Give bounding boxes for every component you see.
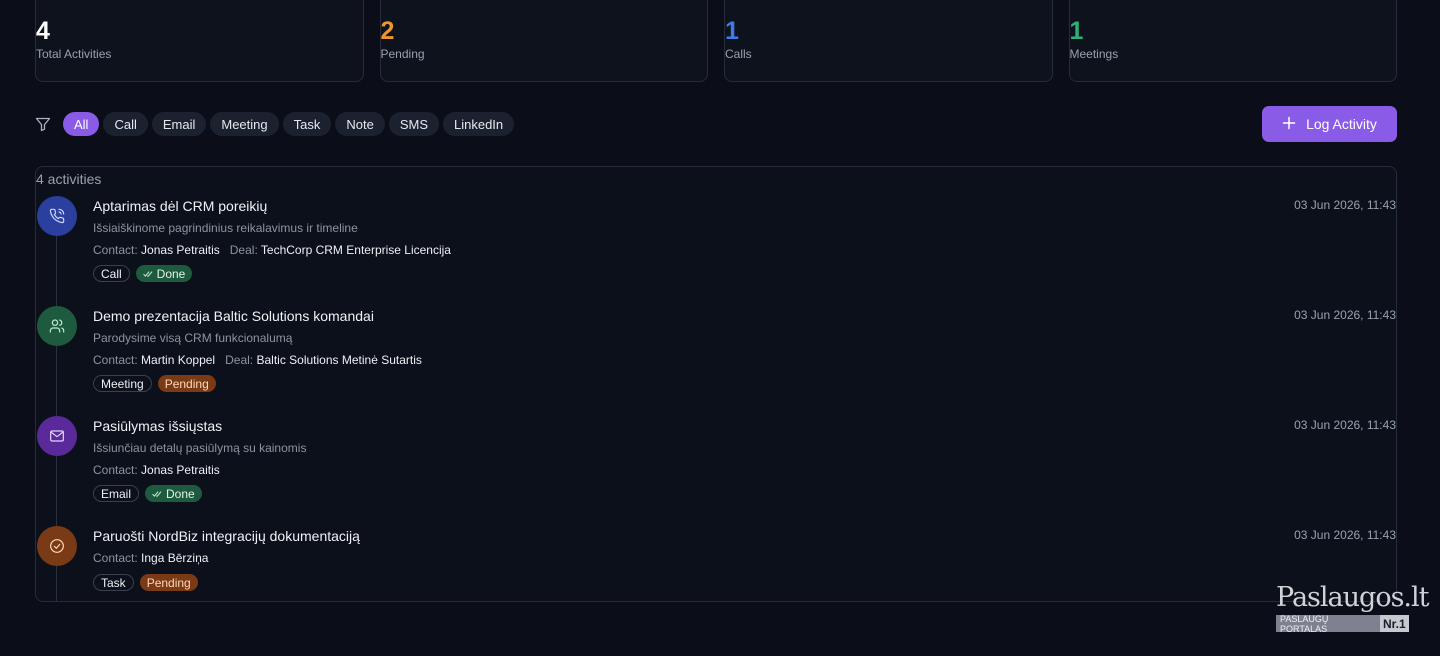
check-circle-icon [37,526,77,566]
activity-list: 4 activities Aptarimas dėl CRM poreikių … [35,166,1397,602]
deal-label: Deal: [229,243,258,257]
contact-name[interactable]: Jonas Petraitis [141,463,220,477]
stat-label: Total Activities [36,47,112,61]
watermark-logo: Paslaugos.lt PASLAUGŲ PORTALAS Nr.1 [1276,582,1430,634]
log-activity-label: Log Activity [1306,116,1377,132]
contact-label: Contact: [93,551,138,565]
stat-card-calls: 1 Calls [724,0,1053,82]
contact-name[interactable]: Martin Koppel [141,353,215,367]
status-badge: Done [145,485,202,502]
activity-meta: Contact: Martin Koppel Deal: Baltic Solu… [93,353,422,367]
watermark-subtitle-bar: PASLAUGŲ PORTALAS Nr.1 [1276,614,1416,634]
stat-value: 4 [36,17,50,45]
filter-chip-email[interactable]: Email [151,112,207,136]
plus-icon [1282,116,1296,133]
type-badge: Email [93,485,140,502]
activity-tags: Call Done [93,265,193,282]
filter-chip-note[interactable]: Note [335,112,385,136]
activity-title: Pasiūlymas išsiųstas [93,418,223,434]
stat-value: 1 [1069,17,1084,45]
status-label: Done [166,486,195,501]
activity-title: Paruošti NordBiz integracijų dokumentaci… [93,528,360,544]
activity-date: 03 Jun 2026, 11:43 [1294,418,1396,432]
deal-label: Deal: [225,353,254,367]
activity-description: Parodysime visą CRM funkcionalumą [93,331,293,345]
activity-title: Aptarimas dėl CRM poreikių [93,198,268,214]
stat-card-total: 4 Total Activities [35,0,364,82]
activity-meta: Contact: Jonas Petraitis [93,463,220,477]
deal-name[interactable]: TechCorp CRM Enterprise Licencija [261,243,451,257]
stats-row: 4 Total Activities 2 Pending 1 Calls 1 M… [35,0,1397,82]
contact-label: Contact: [93,243,138,257]
log-activity-button[interactable]: Log Activity [1262,106,1397,142]
activity-tags: Email Done [93,485,202,502]
filter-chip-sms[interactable]: SMS [388,112,439,136]
filter-chip-task[interactable]: Task [282,112,332,136]
activity-item[interactable]: Demo prezentacija Baltic Solutions koman… [36,306,1396,406]
status-label: Done [156,266,186,281]
filter-bar: All Call Email Meeting Task Note SMS Lin… [35,112,515,136]
status-badge: Done [135,265,193,282]
watermark-title: Paslaugos.lt [1276,582,1430,613]
check-check-icon [152,487,162,501]
type-badge: Call [93,265,130,282]
type-badge: Meeting [93,375,152,392]
watermark-badge: Nr.1 [1380,615,1409,632]
filter-chip-meeting[interactable]: Meeting [210,112,279,136]
check-check-icon [142,267,153,281]
activity-count: 4 activities [36,171,102,187]
activity-tags: Meeting Pending [93,375,216,392]
activity-date: 03 Jun 2026, 11:43 [1294,528,1396,542]
contact-name[interactable]: Inga Bērziņa [141,551,208,565]
activity-description: Išsiaiškinome pagrindinius reikalavimus … [93,221,358,235]
status-badge: Pending [139,574,198,591]
stat-label: Meetings [1069,47,1119,61]
deal-name[interactable]: Baltic Solutions Metinė Sutartis [256,353,421,367]
filter-chip-call[interactable]: Call [103,112,148,136]
contact-label: Contact: [93,463,138,477]
contact-name[interactable]: Jonas Petraitis [141,243,220,257]
activity-meta: Contact: Jonas Petraitis Deal: TechCorp … [93,243,451,257]
filter-chip-linkedin[interactable]: LinkedIn [443,112,515,136]
activity-title: Demo prezentacija Baltic Solutions koman… [93,308,374,324]
activity-item[interactable]: Paruošti NordBiz integracijų dokumentaci… [36,526,1396,626]
mail-icon [37,416,77,456]
filter-chip-all[interactable]: All [63,112,100,136]
activity-date: 03 Jun 2026, 11:43 [1294,198,1396,212]
activity-tags: Task Pending [93,574,198,591]
type-badge: Task [93,574,134,591]
contact-label: Contact: [93,353,138,367]
watermark-subtitle: PASLAUGŲ PORTALAS [1276,614,1380,634]
stat-value: 2 [380,17,395,45]
stat-card-meetings: 1 Meetings [1068,0,1397,82]
filter-icon [35,116,51,132]
activity-item[interactable]: Aptarimas dėl CRM poreikių Išsiaiškinome… [36,196,1396,296]
stat-value: 1 [725,17,739,45]
activity-item[interactable]: Pasiūlymas išsiųstas Išsiunčiau detalų p… [36,416,1396,516]
stat-label: Calls [725,47,752,61]
activity-meta: Contact: Inga Bērziņa [93,551,208,565]
status-badge: Pending [157,375,216,392]
stat-label: Pending [380,47,425,61]
users-icon [37,306,77,346]
activity-date: 03 Jun 2026, 11:43 [1294,308,1396,322]
phone-icon [37,196,77,236]
activity-description: Išsiunčiau detalų pasiūlymą su kainomis [93,441,307,455]
stat-card-pending: 2 Pending [379,0,708,82]
